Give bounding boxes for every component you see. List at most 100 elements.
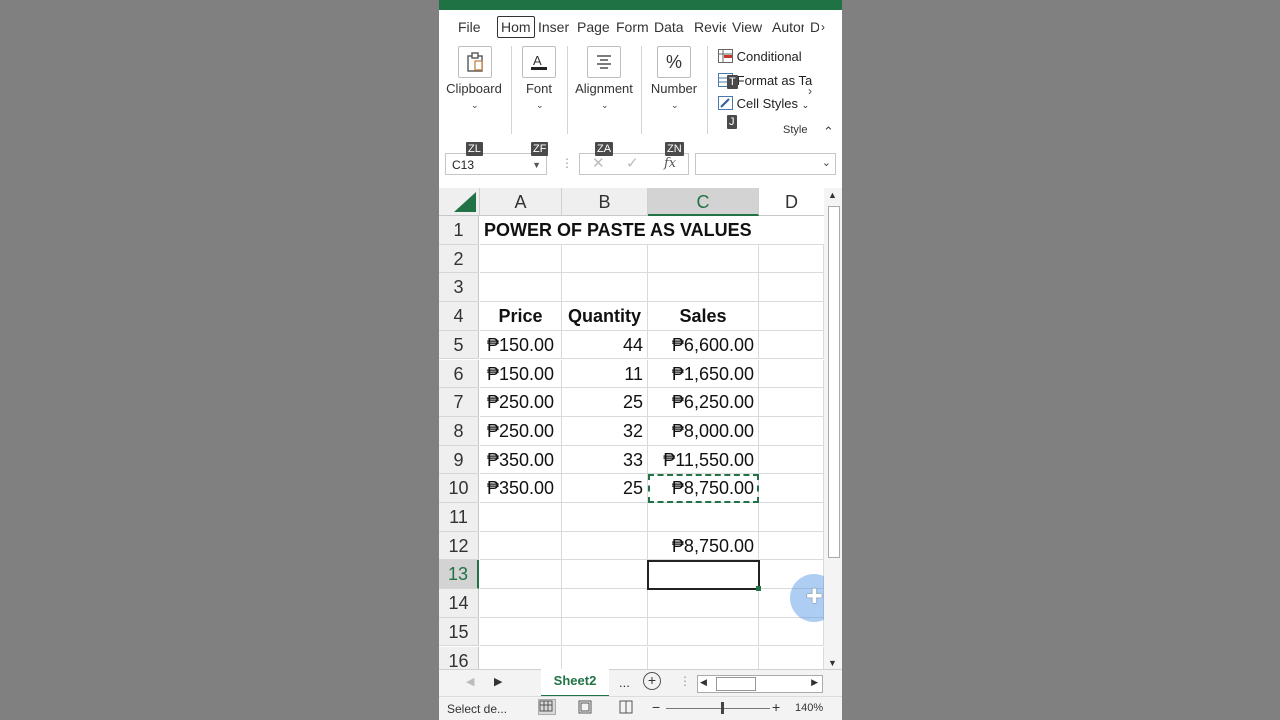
cell-a6[interactable]: ₱150.00: [480, 359, 562, 389]
row-header[interactable]: 4: [439, 302, 479, 331]
cell-c3[interactable]: [648, 273, 759, 303]
cell-d6[interactable]: [759, 359, 824, 389]
conditional-formatting-button[interactable]: Conditional: [718, 49, 802, 64]
chevron-down-icon[interactable]: ⌄: [671, 100, 679, 111]
column-header-c[interactable]: C: [648, 188, 759, 216]
cell-d9[interactable]: [759, 445, 824, 475]
cell-d8[interactable]: [759, 416, 824, 446]
cell-a1[interactable]: POWER OF PASTE AS VALUES: [480, 216, 752, 245]
column-header-d[interactable]: D: [759, 188, 824, 216]
row-header[interactable]: 5: [439, 330, 479, 360]
chevron-down-icon[interactable]: ▼: [532, 154, 541, 176]
more-sheets-button[interactable]: ...: [619, 675, 630, 690]
cell-b11[interactable]: [562, 503, 648, 532]
tab-developer[interactable]: D: [810, 17, 819, 37]
chevron-right-icon[interactable]: ›: [808, 84, 812, 98]
insert-function-icon[interactable]: fx: [664, 154, 676, 174]
horizontal-scrollbar[interactable]: ◀ ▶: [697, 675, 823, 693]
tab-home[interactable]: Hom: [497, 16, 535, 38]
chevron-down-icon[interactable]: ⌄: [601, 100, 609, 111]
zoom-slider-thumb[interactable]: [721, 702, 724, 714]
cell-a12[interactable]: [480, 531, 562, 561]
more-options-icon[interactable]: ⋮: [679, 674, 691, 688]
cell-d11[interactable]: [759, 503, 824, 532]
number-button[interactable]: %: [657, 46, 691, 78]
cell-d2[interactable]: [759, 244, 824, 274]
cell-a5[interactable]: ₱150.00: [480, 330, 562, 360]
cell-c14[interactable]: [648, 589, 759, 618]
row-header[interactable]: 14: [439, 589, 479, 618]
tab-data[interactable]: Data: [654, 17, 684, 37]
cell-c15[interactable]: [648, 617, 759, 647]
h-scroll-thumb[interactable]: [716, 677, 756, 691]
normal-view-icon[interactable]: [538, 699, 556, 715]
cell-a11[interactable]: [480, 503, 562, 532]
zoom-level[interactable]: 140%: [795, 702, 823, 714]
cell-d4[interactable]: [759, 302, 824, 331]
zoom-out-icon[interactable]: −: [652, 699, 660, 715]
cell-b5[interactable]: 44: [562, 330, 648, 360]
cell-c12[interactable]: ₱8,750.00: [648, 531, 759, 561]
enter-icon[interactable]: ✓: [626, 154, 639, 174]
row-header[interactable]: 2: [439, 244, 479, 274]
formula-input[interactable]: ⌄: [695, 153, 836, 175]
tab-automate[interactable]: Autor: [772, 17, 804, 37]
cell-c4[interactable]: Sales: [648, 302, 759, 331]
row-header[interactable]: 10: [439, 474, 479, 503]
row-header[interactable]: 3: [439, 273, 479, 303]
cell-b8[interactable]: 32: [562, 416, 648, 446]
cell-d1[interactable]: [759, 216, 824, 245]
collapse-ribbon-icon[interactable]: ⌃: [823, 124, 834, 140]
cell-b6[interactable]: 11: [562, 359, 648, 389]
chevron-down-icon[interactable]: ⌄: [822, 156, 831, 169]
cell-b1[interactable]: [562, 216, 648, 245]
cell-c2[interactable]: [648, 244, 759, 274]
scroll-down-icon[interactable]: ▼: [828, 658, 837, 668]
cell-c7[interactable]: ₱6,250.00: [648, 388, 759, 417]
cell-b2[interactable]: [562, 244, 648, 274]
cell-c11[interactable]: [648, 503, 759, 532]
clipboard-button[interactable]: [458, 46, 492, 78]
scroll-right-icon[interactable]: ▶: [811, 677, 818, 688]
cell-c10[interactable]: ₱8,750.00: [648, 474, 759, 503]
tab-page-layout[interactable]: Page: [577, 17, 610, 37]
scroll-up-icon[interactable]: ▲: [828, 190, 837, 200]
next-sheet-icon[interactable]: ▶: [494, 675, 502, 688]
cell-d7[interactable]: [759, 388, 824, 417]
cell-c8[interactable]: ₱8,000.00: [648, 416, 759, 446]
tab-view[interactable]: View: [732, 17, 762, 37]
row-header[interactable]: 12: [439, 531, 479, 561]
tab-file[interactable]: File: [458, 17, 481, 37]
cell-d12[interactable]: [759, 531, 824, 561]
zoom-in-icon[interactable]: +: [772, 699, 780, 715]
cell-b3[interactable]: [562, 273, 648, 303]
cell-b10[interactable]: 25: [562, 474, 648, 503]
cell-styles-button[interactable]: Cell Styles ⌄: [718, 96, 809, 111]
chevron-down-icon[interactable]: ⌄: [536, 100, 544, 111]
sheet-tab-sheet2[interactable]: Sheet2: [541, 669, 609, 697]
cell-a15[interactable]: [480, 617, 562, 647]
fill-handle[interactable]: [756, 586, 761, 591]
row-header[interactable]: 9: [439, 445, 479, 475]
vertical-scrollbar[interactable]: ▲ ▼: [824, 188, 842, 669]
cell-b12[interactable]: [562, 531, 648, 561]
cell-c6[interactable]: ₱1,650.00: [648, 359, 759, 389]
cell-d10[interactable]: [759, 474, 824, 503]
scroll-left-icon[interactable]: ◀: [700, 677, 707, 688]
column-header-b[interactable]: B: [562, 188, 648, 216]
active-cell-c13[interactable]: [647, 560, 760, 590]
cell-b9[interactable]: 33: [562, 445, 648, 475]
tab-scroll-right-icon[interactable]: ›: [821, 17, 825, 37]
scroll-thumb[interactable]: [828, 206, 840, 558]
tab-formulas[interactable]: Form: [616, 17, 649, 37]
cell-d15[interactable]: [759, 617, 824, 647]
more-options-icon[interactable]: ⋮: [561, 156, 573, 170]
cell-a4[interactable]: Price: [480, 302, 562, 331]
cell-a14[interactable]: [480, 589, 562, 618]
row-header[interactable]: 1: [439, 216, 479, 245]
cell-c1[interactable]: [648, 216, 759, 245]
cell-a8[interactable]: ₱250.00: [480, 416, 562, 446]
cell-b13[interactable]: [562, 560, 648, 590]
alignment-button[interactable]: [587, 46, 621, 78]
row-header[interactable]: 8: [439, 416, 479, 446]
